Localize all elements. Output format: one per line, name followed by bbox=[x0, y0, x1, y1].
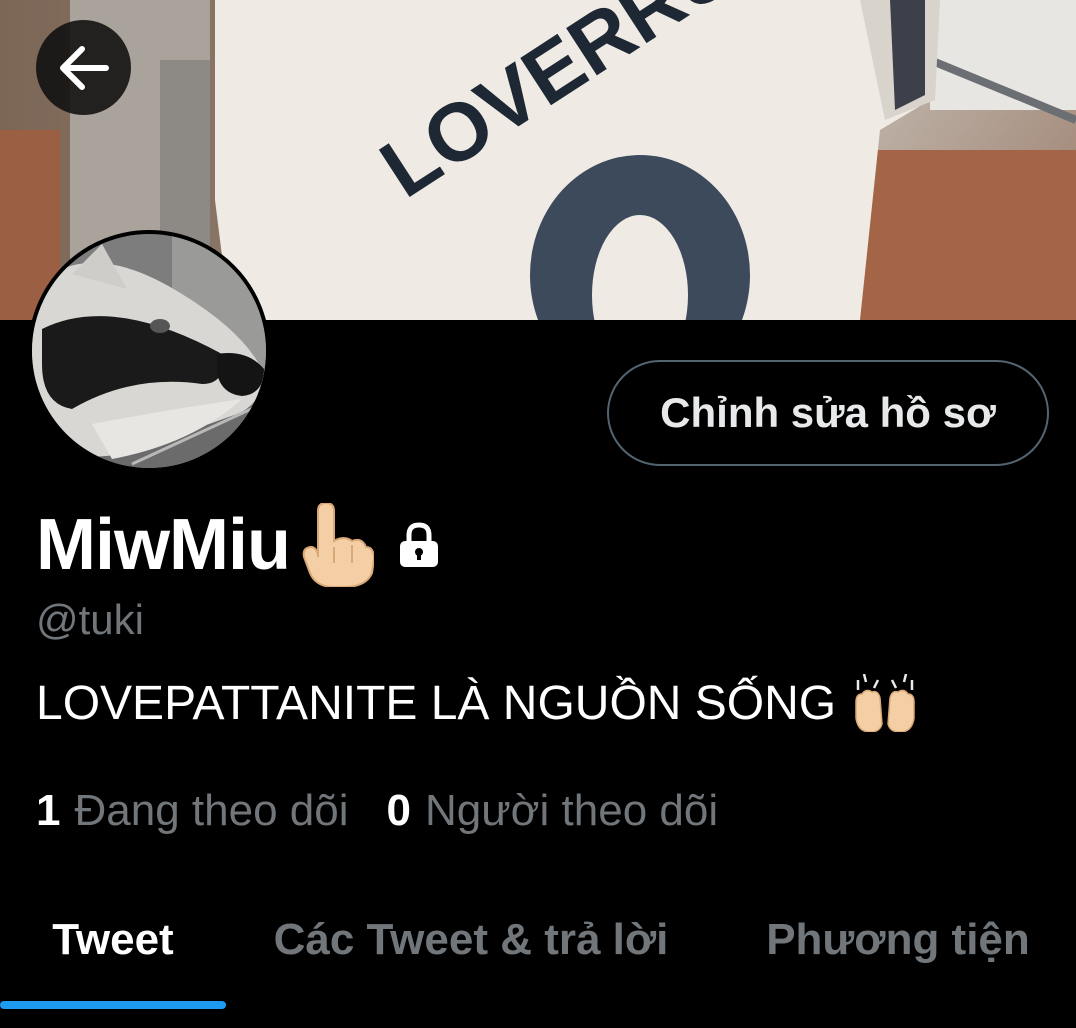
profile-avatar[interactable] bbox=[28, 230, 270, 472]
avatar-image bbox=[32, 234, 266, 468]
bio-text: LOVEPATTANITE LÀ NGUỒN SỐNG bbox=[36, 676, 837, 730]
pointing-up-hand-icon bbox=[300, 503, 374, 587]
profile-tabs: Tweet Các Tweet & trả lời Phương tiện bbox=[0, 880, 1076, 1009]
following-label: Đang theo dõi bbox=[74, 786, 349, 835]
profile-stats: 1 Đang theo dõi 0 Người theo dõi bbox=[36, 786, 756, 836]
active-tab-indicator bbox=[0, 1001, 226, 1009]
following-link[interactable]: 1 Đang theo dõi bbox=[36, 786, 348, 836]
followers-label: Người theo dõi bbox=[424, 786, 719, 835]
tab-tweets-and-replies[interactable]: Các Tweet & trả lời bbox=[246, 880, 696, 1000]
tab-tweets-and-replies-label: Các Tweet & trả lời bbox=[273, 915, 669, 964]
display-name: MiwMiu bbox=[36, 505, 291, 585]
profile-name-row: MiwMiu bbox=[36, 500, 442, 590]
tab-media-label: Phương tiện bbox=[766, 915, 1030, 964]
profile-handle: @tuki bbox=[36, 596, 144, 643]
profile-bio: LOVEPATTANITE LÀ NGUỒN SỐNG bbox=[36, 674, 918, 732]
arrow-left-icon bbox=[59, 45, 109, 90]
tab-media[interactable]: Phương tiện bbox=[750, 880, 1046, 1000]
edit-profile-button[interactable]: Chỉnh sửa hồ sơ bbox=[607, 360, 1049, 466]
edit-profile-label: Chỉnh sửa hồ sơ bbox=[660, 389, 996, 436]
followers-count: 0 bbox=[386, 786, 411, 835]
lock-icon bbox=[396, 522, 442, 568]
tab-tweets-label: Tweet bbox=[52, 915, 174, 964]
followers-link[interactable]: 0 Người theo dõi bbox=[386, 786, 718, 836]
following-count: 1 bbox=[36, 786, 61, 835]
back-button[interactable] bbox=[36, 20, 131, 115]
tab-tweets[interactable]: Tweet bbox=[0, 880, 226, 1000]
raising-hands-icon bbox=[852, 674, 918, 732]
